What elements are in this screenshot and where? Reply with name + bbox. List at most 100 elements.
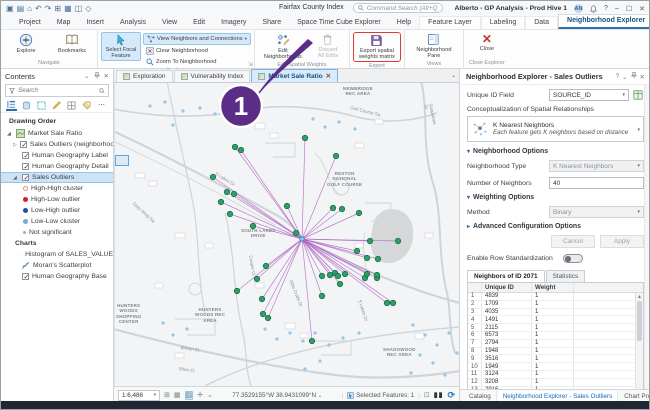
select-tool-icon[interactable]: ▦ — [174, 392, 181, 399]
signed-in-user[interactable]: Alberto - GP Analysis - Prod Hive 1 — [454, 5, 567, 12]
layer-item-histogram-of-sales-value[interactable]: Histogram of SALES_VALUE — [1, 249, 113, 260]
layer-item-market-sale-ratio[interactable]: ◢Market Sale Ratio — [1, 128, 113, 139]
unique-id-column-header[interactable]: Unique ID — [482, 283, 532, 292]
close-view-icon[interactable]: ✕ — [326, 72, 331, 80]
add-overlay-icon[interactable]: ⊞ — [164, 392, 170, 399]
legend-item-high-high-cluster[interactable]: High-High cluster — [1, 183, 113, 194]
layer-visibility-checkbox[interactable] — [20, 141, 27, 148]
layer-item-human-geography-base[interactable]: Human Geography Base — [1, 271, 113, 282]
legend-item-not-significant[interactable]: Not significant — [1, 227, 113, 238]
table-row[interactable]: 340351 — [468, 309, 643, 317]
ribbon-tab-insert[interactable]: Insert — [78, 17, 112, 29]
table-scrollbar[interactable]: ▲ ▼ — [635, 293, 643, 389]
ribbon-tab-labeling[interactable]: Labeling — [481, 16, 525, 29]
scroll-up-icon[interactable]: ▲ — [636, 294, 643, 300]
open-icon[interactable]: ▤ — [17, 5, 25, 13]
coordinates-readout[interactable]: 77.3529155°W 38.9431099°N ⌄ — [217, 392, 338, 399]
row-standardization-toggle[interactable] — [563, 254, 583, 263]
ribbon-tab-map[interactable]: Map — [49, 17, 79, 29]
contents-search-input[interactable] — [18, 87, 96, 94]
close-panel-icon[interactable]: ✕ — [104, 72, 109, 80]
table-row[interactable]: 1019491 — [468, 363, 643, 371]
table-row[interactable]: 665731 — [468, 332, 643, 340]
export-spatial-weights-button[interactable]: Export spatial weights matrix — [353, 32, 401, 62]
select-icon[interactable]: ▦ — [64, 5, 72, 13]
scale-selector[interactable]: 1:6,486 ▾ — [118, 390, 160, 401]
close-explorer-button[interactable]: ✕ Close — [467, 32, 507, 52]
table-row[interactable]: 148391 — [468, 293, 643, 301]
table-row[interactable]: 935161 — [468, 355, 643, 363]
contents-search[interactable] — [5, 84, 109, 97]
close-pane-icon[interactable]: ✕ — [640, 73, 645, 81]
list-by-snapping-icon[interactable] — [66, 100, 77, 111]
select-focal-feature-button[interactable]: Select Focal Feature — [101, 32, 141, 61]
layer-visibility-checkbox[interactable] — [22, 152, 29, 159]
view-tab-exploration[interactable]: Exploration — [116, 70, 173, 82]
chevron-down-icon[interactable]: ⌄ — [622, 73, 627, 81]
neighborhood-options-section[interactable]: ▾ Neighborhood Options — [467, 148, 644, 155]
conceptualization-select[interactable]: K Nearest Neighbors Each feature gets K … — [467, 116, 644, 142]
view-tab-market-sale-ratio[interactable]: Market Sale Ratio✕ — [251, 69, 338, 82]
basemap-grid-icon[interactable]: ▨ — [185, 391, 194, 400]
ribbon-tab-data[interactable]: Data — [525, 16, 558, 29]
avatar[interactable]: AN — [574, 4, 583, 13]
ribbon-tab-project[interactable]: Project — [11, 17, 49, 29]
close-window-button[interactable]: ✕ — [639, 5, 645, 13]
expander-icon[interactable]: ◢ — [7, 131, 13, 137]
layer-visibility-checkbox[interactable] — [22, 163, 29, 170]
table-row[interactable]: 1232081 — [468, 379, 643, 387]
layer-item-human-geography-detail[interactable]: Human Geography Detail — [1, 161, 113, 172]
pause-drawing-icon[interactable]: ▮▮ — [434, 391, 444, 399]
bookmarks-button[interactable]: Bookmarks — [50, 32, 94, 54]
list-by-labeling-icon[interactable] — [81, 100, 92, 111]
ribbon-tab-help[interactable]: Help — [389, 17, 419, 29]
maximize-button[interactable]: ☐ — [626, 5, 632, 13]
layer-item-sales-outliers-neighborhood[interactable]: ▷Sales Outliers (neighborhood) — [1, 139, 113, 150]
list-by-selection-icon[interactable] — [36, 100, 47, 111]
attribute-table-icon[interactable]: ⊡ — [424, 392, 430, 399]
refresh-icon[interactable]: ⟳ — [447, 390, 455, 401]
table-row[interactable]: 521151 — [468, 324, 643, 332]
ribbon-tab-imagery[interactable]: Imagery — [213, 17, 254, 29]
clear-neighborhood-button[interactable]: Clear Neighborhood — [143, 46, 251, 56]
layer-item-moran-s-scatterplot[interactable]: Moran's Scatterplot — [1, 260, 113, 271]
advanced-configuration-section[interactable]: ▸ Advanced Configuration Options — [467, 223, 644, 230]
ribbon-tab-feature-layer[interactable]: Feature Layer — [419, 16, 481, 29]
legend-item-high-low-outlier[interactable]: High-Low outlier — [1, 194, 113, 205]
pane-help-icon[interactable]: ? — [615, 73, 619, 80]
ribbon-tab-edit[interactable]: Edit — [185, 17, 213, 29]
ribbon-tab-analysis[interactable]: Analysis — [112, 17, 154, 29]
layer-item-sales-outliers[interactable]: ◢Sales Outliers — [1, 172, 113, 183]
list-by-editing-icon[interactable] — [51, 100, 62, 111]
ribbon-tab-neighborhood-explorer[interactable]: Neighborhood Explorer — [558, 14, 650, 29]
layer-visibility-checkbox[interactable] — [22, 273, 29, 280]
notifications-bell-icon[interactable] — [590, 5, 597, 13]
explore-button[interactable]: Explore — [4, 32, 48, 54]
save-icon[interactable]: ▣ — [6, 5, 14, 13]
view-tab-vulnerability-index[interactable]: Vulnerability Index — [174, 70, 251, 82]
add-data-icon[interactable]: ⊞ — [54, 5, 61, 13]
layer-visibility-checkbox[interactable] — [22, 174, 29, 181]
more-options-icon[interactable]: ⋯ — [96, 100, 107, 111]
legend-item-low-low-cluster[interactable]: Low-Low cluster — [1, 216, 113, 227]
list-by-data-source-icon[interactable] — [21, 100, 32, 111]
chevron-down-icon[interactable]: ⌄ — [207, 392, 213, 399]
zoom-to-neighborhood-button[interactable]: Zoom To Neighborhood — [143, 57, 251, 67]
chevron-down-icon[interactable]: ⌄ — [84, 72, 89, 80]
home-icon[interactable]: ⌂ — [27, 5, 32, 13]
ribbon-tab-space-time-cube-explorer[interactable]: Space Time Cube Explorer — [289, 17, 389, 29]
table-row[interactable]: 1131241 — [468, 371, 643, 379]
expander-icon[interactable]: ▷ — [13, 142, 17, 148]
python-icon[interactable]: ◇ — [85, 5, 91, 13]
view-neighbors-connections-button[interactable]: View Neighbors and Connections ▾ — [143, 33, 251, 45]
table-tab-neighbors-of-id-2071[interactable]: Neighbors of ID 2071 — [467, 270, 545, 282]
table-row[interactable]: 819481 — [468, 348, 643, 356]
unique-id-field-select[interactable]: SOURCE_ID ▾ — [549, 89, 629, 101]
legend-item-low-high-outlier[interactable]: Low-High outlier — [1, 205, 113, 216]
table-row[interactable]: 414911 — [468, 316, 643, 324]
redo-icon[interactable]: ↷ — [45, 5, 52, 13]
edit-neighborhoods-button[interactable]: Edit Neighborhoods — [258, 32, 308, 61]
field-table-button[interactable] — [632, 89, 644, 101]
table-tab-statistics[interactable]: Statistics — [546, 270, 586, 282]
layout-icon[interactable]: ◫ — [75, 5, 83, 13]
